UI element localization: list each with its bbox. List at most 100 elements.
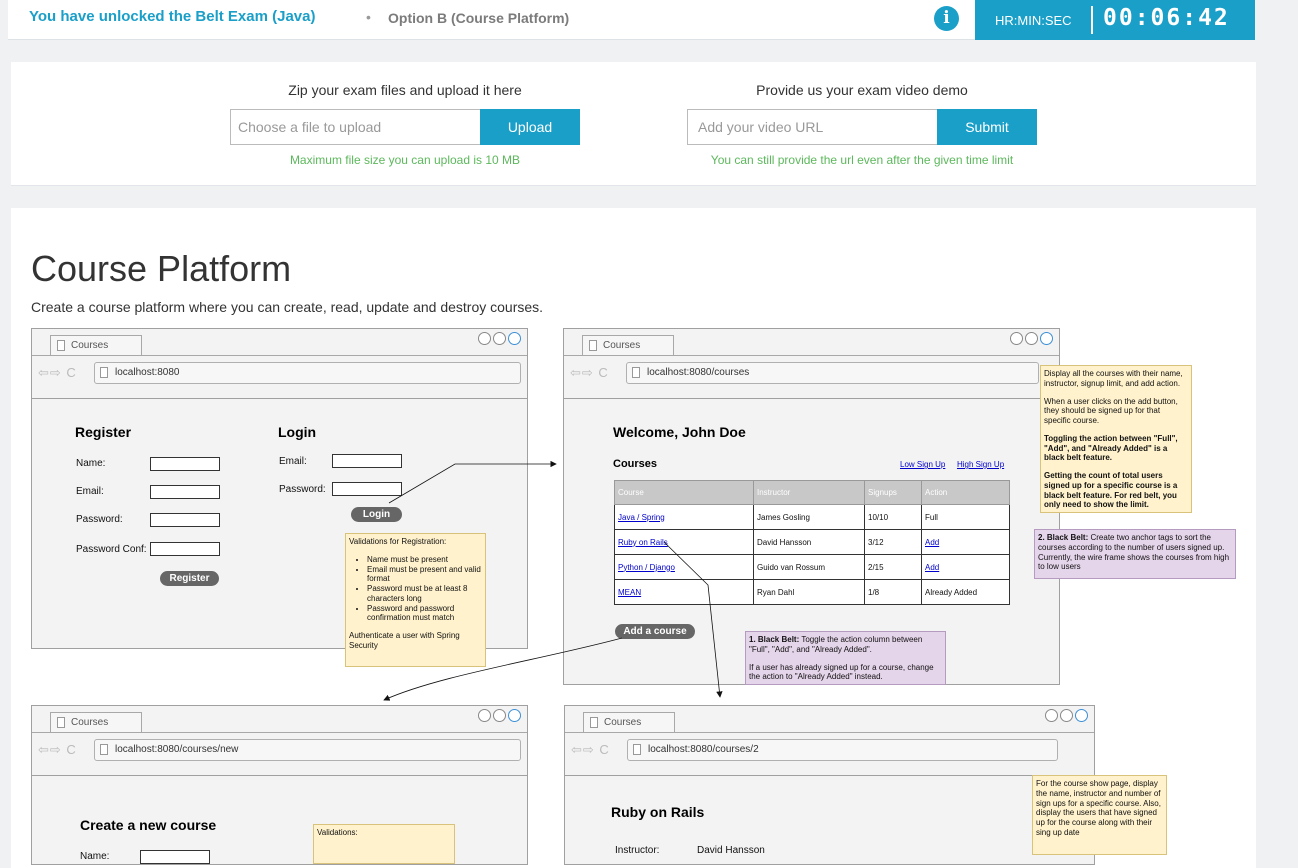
- note-item: Password must be at least 8 characters l…: [367, 584, 482, 604]
- email-label: Email:: [76, 486, 104, 497]
- welcome-heading: Welcome, John Doe: [613, 424, 746, 440]
- page-title: Course Platform: [31, 248, 292, 289]
- register-button: Register: [160, 571, 219, 586]
- login-password-field: [332, 482, 402, 496]
- exam-timer: HR:MIN:SEC 00:06:42: [975, 0, 1255, 40]
- instructor-value: David Hansson: [697, 845, 765, 856]
- login-email-field: [332, 454, 402, 468]
- video-url-section: Provide us your exam video demo Add your…: [687, 82, 1037, 167]
- note-label: 1. Black Belt:: [749, 635, 800, 644]
- note-item: Email must be present and valid format: [367, 565, 482, 585]
- password-conf-label: Password Conf:: [76, 544, 147, 555]
- url-bar: localhost:8080/courses/2: [627, 739, 1058, 761]
- login-button: Login: [351, 507, 402, 522]
- table-row: Python / Django Guido van Rossum 2/15 Ad…: [614, 554, 1010, 580]
- page-icon: [589, 340, 597, 351]
- registration-validation-note: Validations for Registration: Name must …: [345, 533, 486, 667]
- action-cell: Full: [921, 504, 1010, 530]
- note-paragraph: When a user clicks on the add button, th…: [1044, 396, 1178, 426]
- note-item: Name must be present: [367, 555, 482, 565]
- info-icon[interactable]: i: [934, 6, 959, 31]
- login-title: Login: [278, 424, 317, 440]
- note-text: For the course show page, display the na…: [1036, 779, 1161, 837]
- course-link: Ruby on Rails: [618, 537, 668, 547]
- table-row: Ruby on Rails David Hansson 3/12 Add: [614, 529, 1010, 555]
- window-controls: [478, 332, 521, 345]
- action-cell: Already Added: [921, 579, 1010, 605]
- name-field: [150, 457, 220, 471]
- title-separator: •: [366, 9, 371, 25]
- register-title: Register: [75, 424, 132, 440]
- column-header: Signups: [864, 480, 922, 505]
- page-icon: [100, 367, 108, 378]
- browser-nav-icons: ⇦⇨ C: [38, 742, 77, 757]
- url-bar: localhost:8080/courses: [626, 362, 1039, 384]
- course-link: Python / Django: [618, 562, 675, 572]
- file-upload-hint: Maximum file size you can upload is 10 M…: [289, 153, 521, 167]
- file-upload-input[interactable]: Choose a file to upload: [230, 109, 480, 145]
- url-bar: localhost:8080: [94, 362, 521, 384]
- new-course-title: Create a new course: [80, 817, 217, 833]
- high-signup-link: High Sign Up: [957, 460, 1005, 469]
- table-header: Course Instructor Signups Action: [614, 480, 1010, 505]
- signups-cell: 2/15: [864, 554, 922, 580]
- instructor-cell: Ryan Dahl: [753, 579, 865, 605]
- course-show-title: Ruby on Rails: [611, 804, 705, 820]
- video-url-hint: You can still provide the url even after…: [710, 153, 1014, 167]
- instructor-label: Instructor:: [615, 845, 660, 856]
- browser-tab: Courses: [582, 335, 674, 356]
- low-signup-link: Low Sign Up: [900, 460, 946, 469]
- window-controls: [1045, 709, 1088, 722]
- signups-cell: 3/12: [864, 529, 922, 555]
- new-course-name-label: Name:: [80, 851, 110, 862]
- note-footer: Authenticate a user with Spring Security: [349, 631, 460, 650]
- login-password-label: Password:: [279, 484, 326, 495]
- table-row: MEAN Ryan Dahl 1/8 Already Added: [614, 579, 1010, 605]
- password-field: [150, 513, 220, 527]
- instructor-cell: David Hansson: [753, 529, 865, 555]
- signups-cell: 1/8: [864, 579, 922, 605]
- add-action-link: Add: [925, 537, 940, 547]
- browser-tab: Courses: [583, 712, 675, 733]
- exam-option: Option B (Course Platform): [388, 10, 570, 26]
- browser-nav-icons: ⇦⇨ C: [571, 742, 610, 757]
- timer-label: HR:MIN:SEC: [995, 13, 1072, 28]
- black-belt-sort-note: 2. Black Belt: Create two anchor tags to…: [1034, 529, 1236, 579]
- page-icon: [633, 744, 641, 755]
- browser-nav-icons: ⇦⇨ C: [38, 365, 77, 380]
- email-field: [150, 485, 220, 499]
- column-header: Action: [921, 480, 1010, 505]
- note-item: Password and password confirmation must …: [367, 604, 482, 624]
- page-description: Create a course platform where you can c…: [31, 299, 544, 315]
- video-url-input[interactable]: Add your video URL: [687, 109, 937, 145]
- new-course-validation-note: Validations:: [313, 824, 455, 864]
- wireframe-course-show-page: Courses ⇦⇨ C localhost:8080/courses/2 Ru…: [564, 705, 1095, 865]
- timer-clock: 00:06:42: [1103, 5, 1230, 31]
- table-row: Java / Spring James Gosling 10/10 Full: [614, 504, 1010, 530]
- exam-title: You have unlocked the Belt Exam (Java): [29, 8, 316, 25]
- password-conf-field: [150, 542, 220, 556]
- name-label: Name:: [76, 458, 106, 469]
- column-header: Instructor: [753, 480, 865, 505]
- browser-nav-icons: ⇦⇨ C: [570, 365, 609, 380]
- course-link: MEAN: [618, 587, 642, 597]
- url-bar: localhost:8080/courses/new: [94, 739, 521, 761]
- window-controls: [1010, 332, 1053, 345]
- page-icon: [590, 717, 598, 728]
- note-paragraph: If a user has already signed up for a co…: [749, 662, 934, 682]
- signups-cell: 10/10: [864, 504, 922, 530]
- submit-button[interactable]: Submit: [937, 109, 1037, 145]
- login-email-label: Email:: [279, 456, 307, 467]
- page-icon: [57, 340, 65, 351]
- courses-heading: Courses: [613, 458, 658, 470]
- instructor-cell: Guido van Rossum: [753, 554, 865, 580]
- window-controls: [478, 709, 521, 722]
- upload-button[interactable]: Upload: [480, 109, 580, 145]
- exam-header: You have unlocked the Belt Exam (Java) •…: [8, 0, 1255, 40]
- note-title: Validations for Registration:: [349, 537, 447, 546]
- new-course-name-field: [140, 850, 210, 864]
- note-label: 2. Black Belt:: [1038, 533, 1089, 542]
- file-upload-heading: Zip your exam files and upload it here: [288, 82, 522, 98]
- timer-divider: [1091, 6, 1093, 34]
- password-label: Password:: [76, 514, 123, 525]
